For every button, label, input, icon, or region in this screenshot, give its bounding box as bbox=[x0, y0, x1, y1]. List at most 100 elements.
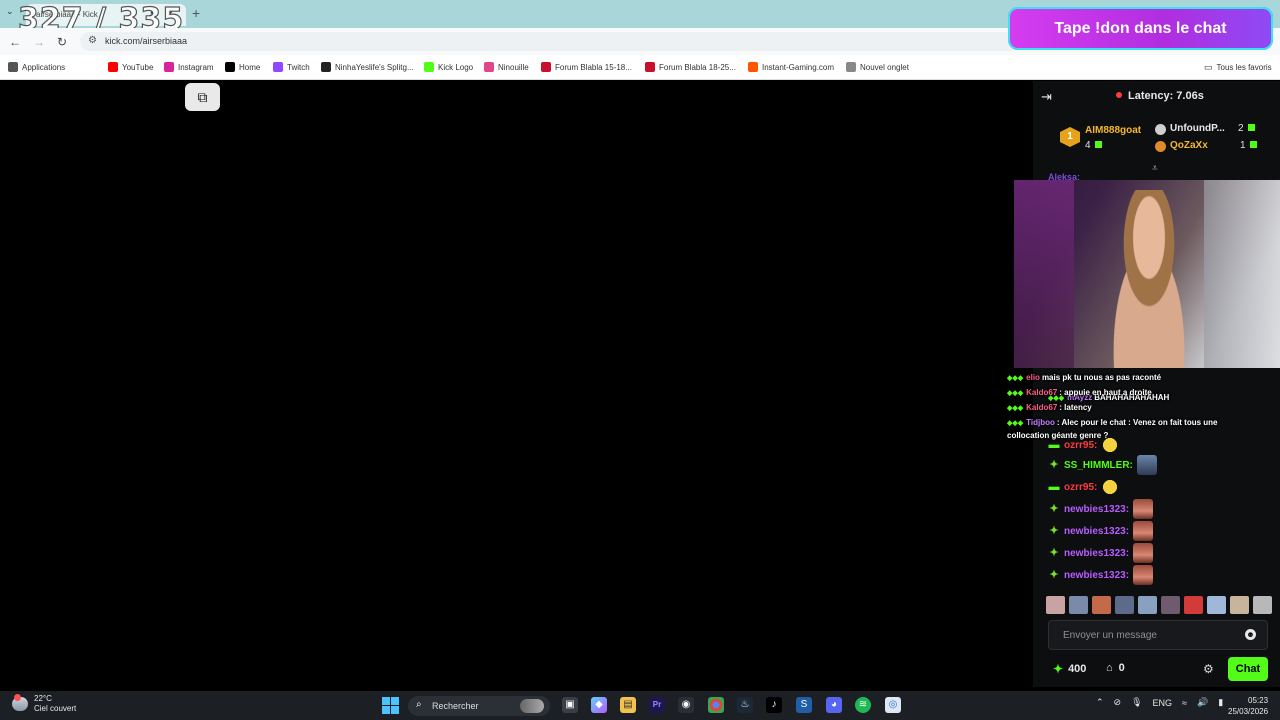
bookmark-item[interactable]: Instagram bbox=[164, 62, 214, 72]
taskbar-search[interactable]: ⌕ Rechercher bbox=[408, 696, 550, 716]
bookmark-item[interactable]: Ninouille bbox=[484, 62, 529, 72]
site-info-icon[interactable]: ⚙ bbox=[88, 35, 97, 46]
emote-thumb[interactable] bbox=[1046, 596, 1065, 614]
bookmark-label: Forum Blabla 18-25... bbox=[659, 62, 736, 72]
clock-time: 05:23 bbox=[1248, 696, 1269, 705]
new-tab-button[interactable]: + bbox=[192, 5, 200, 21]
back-button[interactable]: ← bbox=[9, 35, 21, 49]
bookmark-item[interactable]: Home bbox=[225, 62, 260, 72]
chat-username[interactable]: SS_HIMMLER: bbox=[1064, 460, 1133, 471]
show-hidden-icons-icon[interactable]: ⌃ bbox=[1096, 697, 1104, 708]
overlay-username[interactable]: Kaldo67 bbox=[1026, 388, 1057, 397]
apps-grid-icon bbox=[8, 62, 18, 72]
chat-emote[interactable] bbox=[1133, 565, 1154, 585]
emoji-picker-icon[interactable]: ☻ bbox=[1245, 629, 1256, 640]
bookmark-item[interactable]: Instant-Gaming.com bbox=[748, 62, 834, 72]
chat-settings-icon[interactable]: ⚙ bbox=[1203, 662, 1214, 676]
tab-list-icon[interactable]: ⌄ bbox=[6, 6, 14, 17]
task-view-icon[interactable]: ▣ bbox=[562, 697, 578, 713]
bookmark-item[interactable]: Forum Blabla 15-18... bbox=[541, 62, 632, 72]
bookmark-item[interactable]: Forum Blabla 18-25... bbox=[645, 62, 736, 72]
emote-thumb[interactable] bbox=[1184, 596, 1203, 614]
leaderboard-count-3: 1 bbox=[1240, 140, 1257, 151]
overlay-username[interactable]: Tidjboo bbox=[1026, 418, 1055, 427]
emote-thumb[interactable] bbox=[1115, 596, 1134, 614]
emote-thumb[interactable] bbox=[1230, 596, 1249, 614]
chat-send-button[interactable]: Chat bbox=[1228, 657, 1268, 681]
overlay-username[interactable]: Kaldo67 bbox=[1026, 403, 1057, 412]
url-bar[interactable]: ⚙ kick.com/airserbiaaa bbox=[80, 32, 1020, 51]
spotify-icon[interactable]: ≋ bbox=[855, 697, 871, 713]
emote-thumb[interactable] bbox=[1069, 596, 1088, 614]
windows-start-icon[interactable] bbox=[382, 697, 399, 714]
obs-icon[interactable]: ◉ bbox=[678, 697, 694, 713]
bookmark-item[interactable]: NinhaYeslife's Splitg... bbox=[321, 62, 414, 72]
emote-thumb[interactable] bbox=[1253, 596, 1272, 614]
bookmark-item[interactable]: Twitch bbox=[273, 62, 310, 72]
chat-username[interactable]: newbies1323: bbox=[1064, 526, 1129, 537]
discord-icon[interactable]: ◕ bbox=[826, 697, 842, 713]
collapse-chat-icon[interactable]: ⇥ bbox=[1041, 89, 1052, 105]
kick-icon bbox=[1249, 141, 1257, 148]
chat-username[interactable]: newbies1323: bbox=[1064, 548, 1129, 559]
language-indicator[interactable]: ENG bbox=[1153, 698, 1173, 708]
leaderboard-user-2-name: UnfoundP... bbox=[1170, 123, 1225, 134]
copilot-icon[interactable]: ◆ bbox=[591, 697, 607, 713]
overlay-message-text: : appuie en haut a droite bbox=[1059, 388, 1152, 397]
microphone-icon[interactable]: 🎙 bbox=[1131, 697, 1142, 708]
reload-button[interactable]: ↻ bbox=[57, 35, 67, 49]
chat-message: ✦ newbies1323: bbox=[1048, 521, 1154, 541]
expand-pinned-icon[interactable]: ⩡ bbox=[1152, 163, 1158, 174]
jv-icon bbox=[541, 62, 551, 72]
premiere-icon[interactable]: Pr bbox=[649, 697, 665, 713]
bookmark-item[interactable]: YouTube bbox=[108, 62, 153, 72]
chat-emote[interactable] bbox=[1101, 436, 1120, 454]
leaderboard-user-2[interactable]: UnfoundP... bbox=[1170, 123, 1225, 134]
browser-app-icon[interactable]: ◎ bbox=[885, 697, 901, 713]
emote-thumb[interactable] bbox=[1161, 596, 1180, 614]
overlay-username[interactable]: elio bbox=[1026, 373, 1040, 382]
chat-username[interactable]: ozrr95: bbox=[1064, 482, 1097, 493]
chat-username[interactable]: ozrr95: bbox=[1064, 440, 1097, 451]
bookmark-label: Instant-Gaming.com bbox=[762, 62, 835, 72]
bookmark-item[interactable]: Applications bbox=[8, 62, 65, 72]
wifi-icon[interactable]: ≈ bbox=[1182, 698, 1187, 708]
battery-icon[interactable]: ▮ bbox=[1218, 697, 1223, 708]
chat-message-input[interactable]: Envoyer un message bbox=[1048, 620, 1268, 650]
file-explorer-icon[interactable]: ▤ bbox=[620, 697, 636, 713]
chat-emote[interactable] bbox=[1136, 455, 1157, 475]
network-off-icon[interactable]: ⊘ bbox=[1114, 697, 1122, 708]
all-favorites[interactable]: ▭ Tous les favoris bbox=[1204, 62, 1272, 73]
subscriptions[interactable]: ⌂ 0 bbox=[1106, 662, 1125, 674]
leaderboard-user-1[interactable]: AIM888goat bbox=[1085, 125, 1141, 136]
bookmark-item[interactable]: Nouvel onglet bbox=[846, 62, 909, 72]
app-s-icon[interactable]: S bbox=[796, 697, 812, 713]
steam-icon[interactable]: ♨ bbox=[737, 697, 753, 713]
chat-username[interactable]: newbies1323: bbox=[1064, 504, 1129, 515]
weather-text: 22°C Ciel couvert bbox=[34, 694, 76, 714]
volume-icon[interactable]: 🔊 bbox=[1197, 697, 1208, 708]
forward-button[interactable]: → bbox=[33, 35, 45, 49]
emote-thumb[interactable] bbox=[1138, 596, 1157, 614]
channel-points[interactable]: ✦ 400 bbox=[1053, 662, 1086, 676]
bookmark-item[interactable]: Kick Logo bbox=[424, 62, 473, 72]
chat-emote[interactable] bbox=[1133, 521, 1154, 541]
chrome-icon[interactable] bbox=[708, 697, 724, 713]
weather-widget[interactable]: 22°C Ciel couvert bbox=[12, 694, 76, 714]
chat-emote[interactable] bbox=[1133, 499, 1154, 519]
theater-mode-icon[interactable]: ⧉ bbox=[185, 83, 220, 111]
emote-thumb[interactable] bbox=[1092, 596, 1111, 614]
bookmark-label: YouTube bbox=[122, 62, 154, 72]
emote-thumb[interactable] bbox=[1207, 596, 1226, 614]
og-badge-icon: ✦ bbox=[1049, 569, 1059, 581]
video-player[interactable] bbox=[0, 81, 1033, 687]
leaderboard-count-1-value: 4 bbox=[1085, 140, 1091, 151]
chat-emote[interactable] bbox=[1133, 543, 1154, 563]
leaderboard-user-1-name: AIM888goat bbox=[1085, 125, 1142, 136]
chat-emote[interactable] bbox=[1101, 478, 1120, 496]
taskbar-clock[interactable]: 05:23 25/03/2026 bbox=[1228, 695, 1268, 717]
leaderboard-count-1: 4 bbox=[1085, 140, 1102, 151]
chat-username[interactable]: newbies1323: bbox=[1064, 570, 1129, 581]
tiktok-icon[interactable]: ♪ bbox=[766, 697, 782, 713]
leaderboard-user-3[interactable]: QoZaXx bbox=[1170, 140, 1208, 151]
